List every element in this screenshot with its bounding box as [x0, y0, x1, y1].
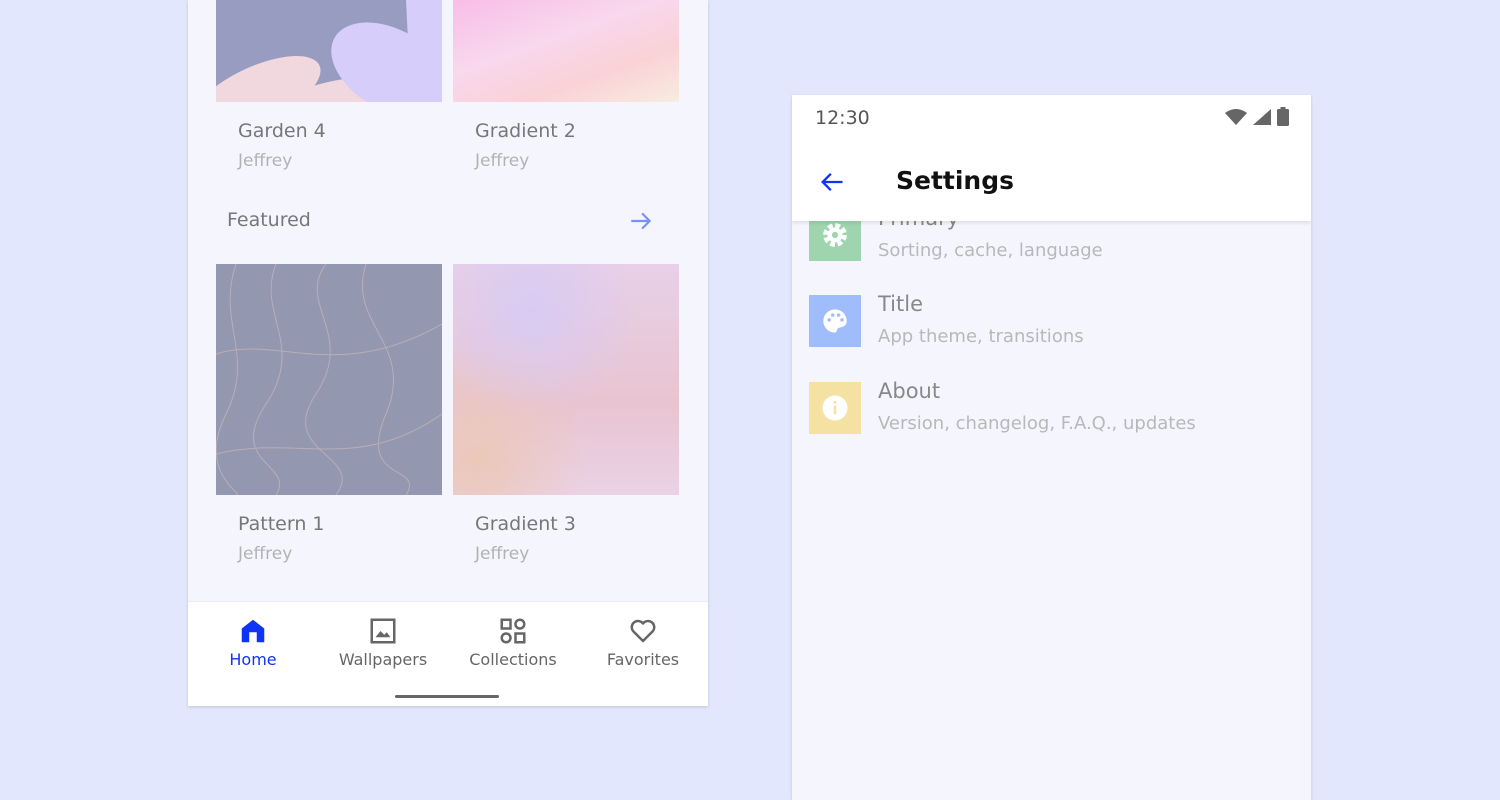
nav-item-wallpapers[interactable]: Wallpapers — [318, 616, 448, 669]
wallpaper-author: Jeffrey — [238, 544, 293, 564]
home-icon — [241, 619, 265, 643]
wallpaper-title: Pattern 1 — [238, 513, 325, 535]
app-bar: 12:30 Settings — [792, 95, 1311, 221]
item-title: About — [878, 379, 941, 403]
bottom-navigation: Home Wallpapers Collections Favorites — [188, 601, 708, 706]
nav-label: Home — [229, 650, 277, 669]
signal-icon — [1253, 108, 1271, 125]
home-screen: Garden 4 Jeffrey Gradient 2 Jeffrey Feat… — [188, 0, 708, 706]
nav-label: Wallpapers — [338, 650, 428, 669]
nav-item-home[interactable]: Home — [188, 616, 318, 669]
battery-icon — [1277, 107, 1289, 126]
item-subtitle: Version, changelog, F.A.Q., updates — [878, 413, 1196, 434]
status-time: 12:30 — [815, 107, 870, 129]
nav-item-favorites[interactable]: Favorites — [578, 616, 708, 669]
item-title: Title — [878, 292, 924, 316]
wallpaper-thumbnail[interactable] — [453, 0, 679, 102]
nav-label: Collections — [469, 650, 557, 669]
wifi-icon — [1225, 108, 1247, 125]
wallpaper-thumbnail[interactable] — [216, 0, 442, 102]
item-subtitle: Sorting, cache, language — [878, 240, 1103, 261]
wallpaper-author: Jeffrey — [238, 151, 293, 171]
wallpaper-thumbnail[interactable] — [453, 264, 679, 495]
settings-item-title[interactable]: Title App theme, transitions — [809, 292, 1299, 355]
nav-item-collections[interactable]: Collections — [448, 616, 578, 669]
wallpaper-title: Gradient 3 — [475, 513, 576, 535]
wallpaper-author: Jeffrey — [475, 151, 530, 171]
wallpaper-title: Garden 4 — [238, 120, 326, 142]
settings-screen: 12:30 Settings Primary Sorting, cache, l… — [792, 95, 1311, 800]
page-title: Settings — [896, 166, 1015, 195]
status-icons — [1225, 107, 1289, 126]
back-arrow-icon[interactable] — [818, 168, 846, 196]
wallpaper-author: Jeffrey — [475, 544, 530, 564]
palette-icon — [809, 295, 861, 347]
nav-label: Favorites — [606, 650, 680, 669]
settings-item-about[interactable]: About Version, changelog, F.A.Q., update… — [809, 379, 1299, 442]
info-icon — [809, 382, 861, 434]
item-subtitle: App theme, transitions — [878, 326, 1084, 347]
wallpaper-thumbnail[interactable] — [216, 264, 442, 495]
gesture-handle[interactable] — [395, 695, 499, 698]
section-title-featured: Featured — [227, 209, 311, 231]
wallpaper-title: Gradient 2 — [475, 120, 576, 142]
grid-icon — [500, 618, 526, 644]
heart-icon — [630, 619, 656, 643]
image-icon — [370, 618, 396, 644]
arrow-right-icon[interactable] — [628, 208, 654, 234]
